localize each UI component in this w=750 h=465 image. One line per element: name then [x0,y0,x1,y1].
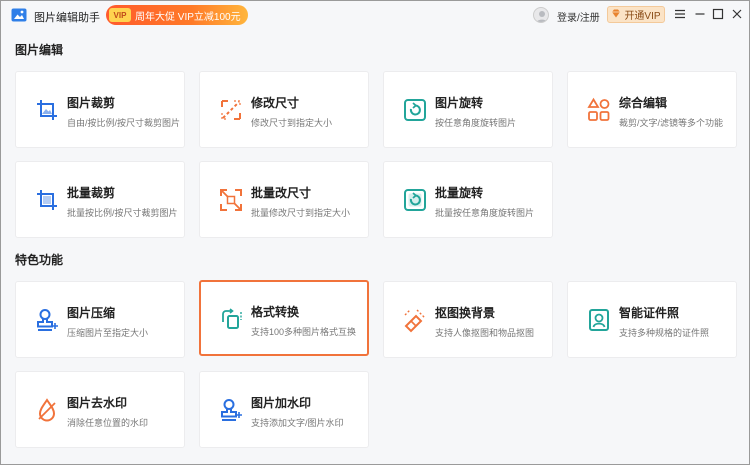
open-vip-label: 开通VIP [624,11,661,22]
card-desc: 批量按任意角度旋转图片 [435,208,535,218]
card-desc: 批量修改尺寸到指定大小 [251,208,351,218]
card-desc: 支持多种规格的证件照 [619,328,710,338]
section-title-edit: 图片编辑 [15,43,64,57]
card-title: 抠图换背景 [435,306,496,320]
card-batch-rotate[interactable]: 批量旋转 批量按任意角度旋转图片 [383,161,553,238]
resize-icon [218,97,244,123]
section-title-special: 特色功能 [15,253,64,267]
close-icon[interactable] [730,7,744,21]
card-desc: 支持人像抠图和物品抠图 [435,328,535,338]
card-desc: 支持100多种图片格式互换 [251,327,357,337]
card-title: 图片旋转 [435,96,484,110]
card-rotate[interactable]: 图片旋转 按任意角度旋转图片 [383,71,553,148]
eraser-icon [402,307,428,333]
minimize-icon[interactable] [693,7,707,21]
card-id-photo[interactable]: 智能证件照 支持多种规格的证件照 [567,281,737,358]
card-title: 修改尺寸 [251,96,300,110]
promo-vip-badge: VIP [109,8,131,22]
card-combo-edit[interactable]: 综合编辑 裁剪/文字/滤镜等多个功能 [567,71,737,148]
card-title: 批量裁剪 [67,186,116,200]
card-desc: 按任意角度旋转图片 [435,118,517,128]
diamond-icon [611,9,621,21]
card-title: 智能证件照 [619,306,680,320]
card-remove-watermark[interactable]: 图片去水印 消除任意位置的水印 [15,371,185,448]
card-title: 批量旋转 [435,186,484,200]
card-batch-crop[interactable]: 批量裁剪 批量按比例/按尺寸裁剪图片 [15,161,185,238]
app-title: 图片编辑助手 [34,12,100,24]
crop-icon [34,97,60,123]
card-batch-resize[interactable]: 批量改尺寸 批量修改尺寸到指定大小 [199,161,369,238]
login-link[interactable]: 登录/注册 [557,9,600,24]
card-title: 图片压缩 [67,306,116,320]
card-title: 格式转换 [251,305,300,319]
card-desc: 批量按比例/按尺寸裁剪图片 [67,208,178,218]
card-desc: 支持添加文字/图片水印 [251,418,344,428]
promo-text: 周年大促 VIP立减100元 [135,11,241,23]
promo-banner[interactable]: VIP 周年大促 VIP立减100元 [106,5,248,25]
card-image-crop[interactable]: 图片裁剪 自由/按比例/按尺寸裁剪图片 [15,71,185,148]
id-photo-icon [586,307,612,333]
convert-icon [218,306,244,332]
title-bar: 图片编辑助手 VIP 周年大促 VIP立减100元 登录/注册 开通VIP [1,1,749,29]
card-title: 图片裁剪 [67,96,116,110]
card-desc: 修改尺寸到指定大小 [251,118,333,128]
card-title: 批量改尺寸 [251,186,312,200]
card-desc: 裁剪/文字/滤镜等多个功能 [619,118,724,128]
card-compress[interactable]: 图片压缩 压缩图片至指定大小 [15,281,185,358]
app-logo-icon [11,8,27,22]
rotate-icon [402,97,428,123]
menu-icon[interactable] [673,7,687,21]
app-window: 图片编辑助手 VIP 周年大促 VIP立减100元 登录/注册 开通VIP 图片… [0,0,750,465]
card-title: 图片加水印 [251,396,312,410]
card-format-convert[interactable]: 格式转换 支持100多种图片格式互换 [199,280,369,356]
remove-watermark-icon [34,397,60,423]
maximize-icon[interactable] [711,7,725,21]
card-add-watermark[interactable]: 图片加水印 支持添加文字/图片水印 [199,371,369,448]
open-vip-button[interactable]: 开通VIP [607,6,665,23]
card-resize[interactable]: 修改尺寸 修改尺寸到指定大小 [199,71,369,148]
card-title: 图片去水印 [67,396,128,410]
batch-resize-icon [218,187,244,213]
card-desc: 自由/按比例/按尺寸裁剪图片 [67,118,181,128]
add-watermark-stamp-icon [218,397,244,423]
card-desc: 消除任意位置的水印 [67,418,149,428]
card-desc: 压缩图片至指定大小 [67,328,149,338]
compress-stamp-icon [34,307,60,333]
card-cutout[interactable]: 抠图换背景 支持人像抠图和物品抠图 [383,281,553,358]
card-title: 综合编辑 [619,96,668,110]
batch-crop-icon [34,187,60,213]
user-avatar-icon[interactable] [533,7,549,23]
batch-rotate-icon [402,187,428,213]
shapes-icon [586,97,612,123]
